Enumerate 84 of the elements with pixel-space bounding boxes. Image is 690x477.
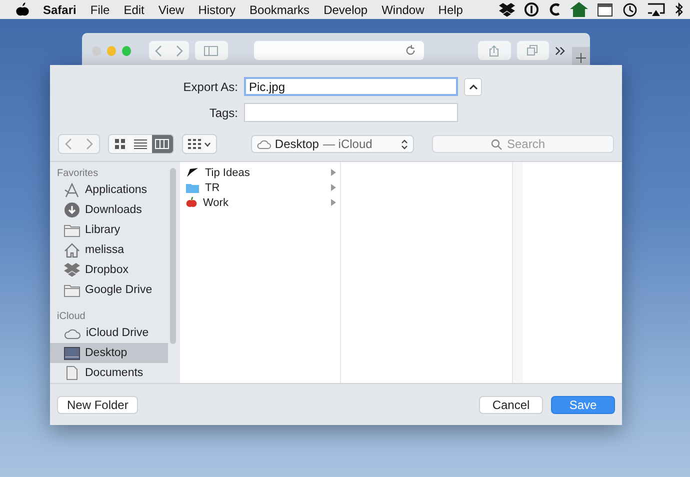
close-dot-icon[interactable] [92, 46, 102, 56]
sidebar-item[interactable]: Downloads [50, 200, 168, 220]
file-row[interactable]: Tip Ideas [180, 165, 340, 180]
double-chevron-icon[interactable] [555, 46, 566, 56]
app-store-a-icon [64, 182, 80, 198]
sidebar-icon [204, 46, 218, 56]
download-icon [64, 202, 80, 218]
tabs-icon [527, 45, 538, 56]
minimize-dot-icon[interactable] [107, 46, 116, 56]
clock-icon[interactable] [622, 2, 638, 18]
reload-icon [405, 45, 416, 56]
info-circle-icon[interactable] [524, 2, 539, 17]
menu-item[interactable]: Edit [124, 2, 144, 16]
pen-icon [186, 167, 199, 178]
sidebar-item[interactable]: Documents [50, 363, 168, 383]
scrollbar[interactable] [170, 168, 176, 344]
sidebar-heading: iCloud [56, 310, 86, 323]
folder-icon [64, 224, 80, 236]
tags-field[interactable] [244, 103, 458, 122]
sidebar-item[interactable]: melissa [50, 240, 168, 260]
dialog-button[interactable]: New Folder [57, 396, 138, 414]
location-popup[interactable]: Desktop — iCloud [250, 135, 414, 153]
apple-icon[interactable] [16, 2, 29, 17]
house-icon [64, 242, 80, 258]
cloud-icon [256, 140, 271, 148]
field-label: Tags: [208, 106, 239, 120]
menu-item[interactable]: Window [382, 2, 424, 16]
sidebar-item[interactable]: Applications [50, 180, 168, 200]
arrange-button[interactable] [182, 134, 217, 154]
plus-icon [576, 53, 586, 63]
view-mode-button[interactable] [130, 135, 152, 153]
disclosure-triangle-icon [331, 184, 336, 191]
grid-icon [114, 139, 125, 149]
apple-icon [186, 197, 197, 208]
dialog-button[interactable]: Cancel [479, 396, 543, 414]
menu-item[interactable]: Safari [43, 2, 76, 16]
share-icon [489, 44, 500, 56]
file-row[interactable]: TR [180, 180, 340, 195]
disclosure-triangle-icon [331, 199, 336, 206]
chevron-left-icon [65, 138, 73, 150]
folder-icon [64, 284, 80, 296]
caret-down-icon [204, 142, 211, 146]
sidebar-item[interactable]: Dropbox [50, 260, 168, 280]
document-icon [64, 366, 80, 380]
sidebar-heading: Favorites [56, 167, 100, 180]
view-mode-button[interactable] [152, 135, 173, 153]
dropbox-icon[interactable] [499, 2, 515, 16]
sidebar-item[interactable]: iCloud Drive [50, 323, 168, 343]
c-letter-icon[interactable] [548, 2, 561, 17]
view-mode-button[interactable] [109, 135, 130, 153]
desktop-icon [64, 346, 80, 360]
sidebar-item[interactable]: Desktop [50, 343, 168, 363]
collapse-button[interactable] [464, 78, 482, 96]
grid-icon [188, 139, 201, 149]
menu-item[interactable]: Develop [324, 2, 368, 16]
up-down-arrows-icon [401, 138, 408, 150]
search-field[interactable]: Search [432, 135, 614, 153]
file-row[interactable]: Work [180, 195, 340, 210]
calendar-icon[interactable] [597, 2, 613, 16]
sidebar-toggle-button[interactable] [195, 41, 228, 60]
chevron-right-icon [85, 138, 93, 150]
menu-item[interactable]: Help [438, 2, 463, 16]
folder-icon [186, 182, 199, 192]
caret-up-icon [468, 84, 478, 90]
house-icon[interactable] [570, 2, 588, 17]
zoom-dot-icon[interactable] [122, 46, 132, 56]
bluetooth-icon[interactable] [674, 2, 684, 17]
search-icon [491, 139, 502, 150]
list-icon [134, 139, 148, 149]
cloud-icon [64, 328, 81, 338]
disclosure-triangle-icon [331, 169, 336, 176]
sidebar-item[interactable]: Library [50, 220, 168, 240]
chevron-right-icon [175, 44, 184, 56]
sidebar-item[interactable]: Google Drive [50, 280, 168, 300]
field-label: Export As: [182, 80, 239, 94]
menu-item[interactable]: View [158, 2, 184, 16]
menu-item[interactable]: Bookmarks [250, 2, 310, 16]
columns-icon [155, 139, 170, 149]
menu-item[interactable]: History [198, 2, 236, 16]
dropbox-icon [64, 263, 80, 277]
menu-item[interactable]: File [90, 2, 110, 16]
chevron-left-icon [155, 44, 164, 56]
file-name-field[interactable]: Pic.jpg [244, 77, 458, 96]
screen-icon[interactable] [647, 2, 665, 16]
